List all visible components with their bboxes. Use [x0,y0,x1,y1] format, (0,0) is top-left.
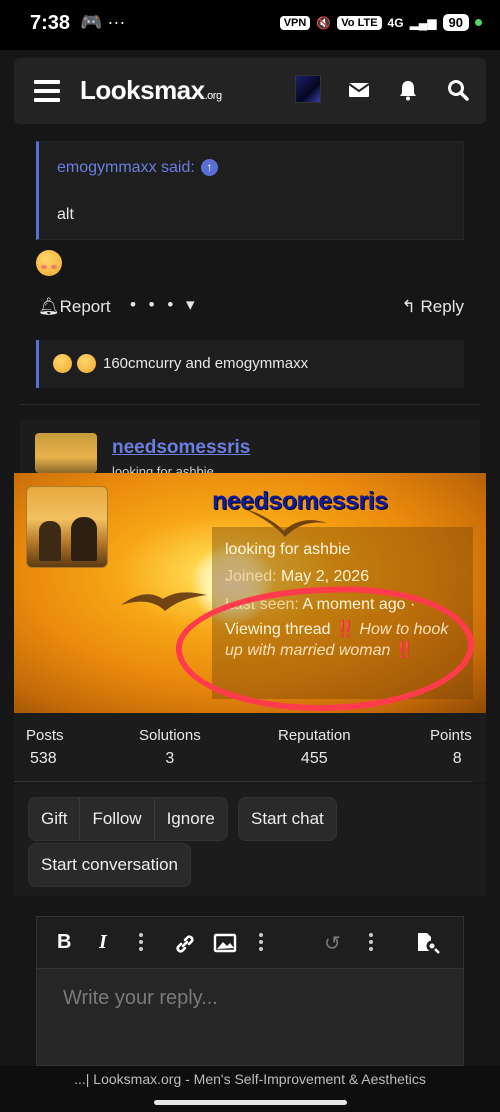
member-stats: Posts 538 Solutions 3 Reputation 455 Points… [14,713,486,783]
member-actions: Gift Follow Ignore Start chat Start conv… [14,784,486,896]
post-divider [20,404,480,405]
stat-value: 538 [30,750,57,767]
joined-label: Joined: [225,568,277,585]
report-label: Report [59,297,111,316]
bold-icon[interactable]: B [57,931,71,954]
user-avatar[interactable] [295,75,321,103]
member-status: looking for ashbie [225,541,351,558]
more-actions-button[interactable]: • • • ▾ [130,295,199,315]
report-bell-icon: 🔔︎ [38,297,60,316]
start-chat-button[interactable]: Start chat [238,797,337,841]
logo-tld: .org [204,90,222,102]
stat-label: Solutions [139,727,201,744]
stat-points[interactable]: Points 8 [430,727,472,768]
next-post-header: needsomessris looking for ashbie [20,420,480,480]
member-avatar[interactable] [26,486,108,568]
thinking-emoji-icon [53,354,72,373]
privacy-dot-icon [475,19,482,26]
stat-label: Reputation [278,727,351,744]
network-label: 4G [387,15,404,30]
reply-button[interactable]: ↰ Reply [402,297,464,317]
menu-icon[interactable] [34,80,60,102]
stat-reputation[interactable]: Reputation 455 [278,727,351,768]
stat-value: 3 [165,750,175,767]
stat-posts[interactable]: Posts 538 [26,727,64,768]
preview-icon[interactable] [415,931,441,955]
page: Looksmax.org emogymmaxx said: ↑ alt 🔔︎Rep… [0,50,500,1066]
more-format-icon[interactable] [139,933,143,954]
reply-arrow-icon: ↰ [401,297,421,316]
bell-icon[interactable] [396,78,420,102]
post-actions: 🔔︎Report • • • ▾ ↰ Reply [38,295,464,321]
gift-button[interactable]: Gift [29,798,81,840]
jump-to-quote-icon[interactable]: ↑ [200,159,218,176]
post-author-username[interactable]: needsomessris [112,437,250,459]
joined-value: May 2, 2026 [281,568,370,585]
quote-block: emogymmaxx said: ↑ alt [36,141,464,240]
follow-button[interactable]: Follow [80,798,155,840]
logo-text: Looksmax [80,75,205,105]
report-button[interactable]: 🔔︎Report [38,297,111,317]
top-navbar: Looksmax.org [14,58,486,124]
signal-icon: ▂▄▆ [409,15,437,30]
reply-editor: B I ↺ Write your reply... [36,916,464,1066]
editor-toolbar: B I ↺ [37,917,463,969]
vpn-badge: VPN [279,15,311,30]
stat-label: Points [430,727,472,744]
battery-indicator: 90 [442,14,469,31]
member-button-group: Gift Follow Ignore [28,797,228,841]
member-username[interactable]: needsomessris [212,487,388,516]
stat-value: 455 [300,750,328,767]
undo-icon[interactable]: ↺ [324,931,341,956]
browser-footer: ...| Looksmax.org - Men's Self-Improveme… [0,1066,500,1112]
status-bar: 7:38 🎮 ··· VPN 🔇 Vo LTE 4G ▂▄▆ 90 [0,0,500,50]
mail-icon[interactable] [347,78,371,102]
seagull-icon [121,592,207,611]
home-indicator[interactable] [154,1100,347,1105]
reply-input[interactable]: Write your reply... [63,987,218,1010]
member-joined: Joined: May 2, 2026 [225,568,369,586]
stat-label: Posts [26,727,64,744]
image-icon[interactable] [213,932,237,954]
quote-text: alt [57,206,74,223]
stat-value: 8 [452,750,462,767]
status-right: VPN 🔇 Vo LTE 4G ▂▄▆ 90 [279,14,482,31]
reactions-bar[interactable]: 160cmcurry and emogymmaxx [36,340,464,388]
blush-emoji-icon [36,250,62,276]
member-tooltip-card: needsomessris looking for ashbie Joined:… [14,473,486,713]
quote-author-text: emogymmaxx said: [57,159,195,176]
page-title-footer: ...| Looksmax.org - Men's Self-Improveme… [74,1071,426,1087]
laughing-emoji-icon [77,354,96,373]
post-author-avatar[interactable] [35,433,97,473]
link-icon[interactable] [173,932,197,956]
reply-label: Reply [420,297,464,316]
quote-author[interactable]: emogymmaxx said: ↑ [57,159,218,177]
more-insert-icon[interactable] [259,933,263,954]
mute-icon: 🔇 [316,15,332,30]
status-time: 7:38 [30,12,71,34]
ignore-button[interactable]: Ignore [155,798,227,840]
start-conversation-button[interactable]: Start conversation [28,843,192,887]
site-logo[interactable]: Looksmax.org [80,75,222,106]
notification-icons: 🎮 ··· [80,12,126,32]
stats-divider [14,781,472,782]
search-icon[interactable] [446,78,470,102]
italic-icon[interactable]: I [99,931,107,954]
volte-badge: Vo LTE [337,15,382,30]
stat-solutions[interactable]: Solutions 3 [139,727,201,768]
reaction-users: 160cmcurry and emogymmaxx [103,355,309,372]
more-options-icon[interactable] [369,933,373,954]
